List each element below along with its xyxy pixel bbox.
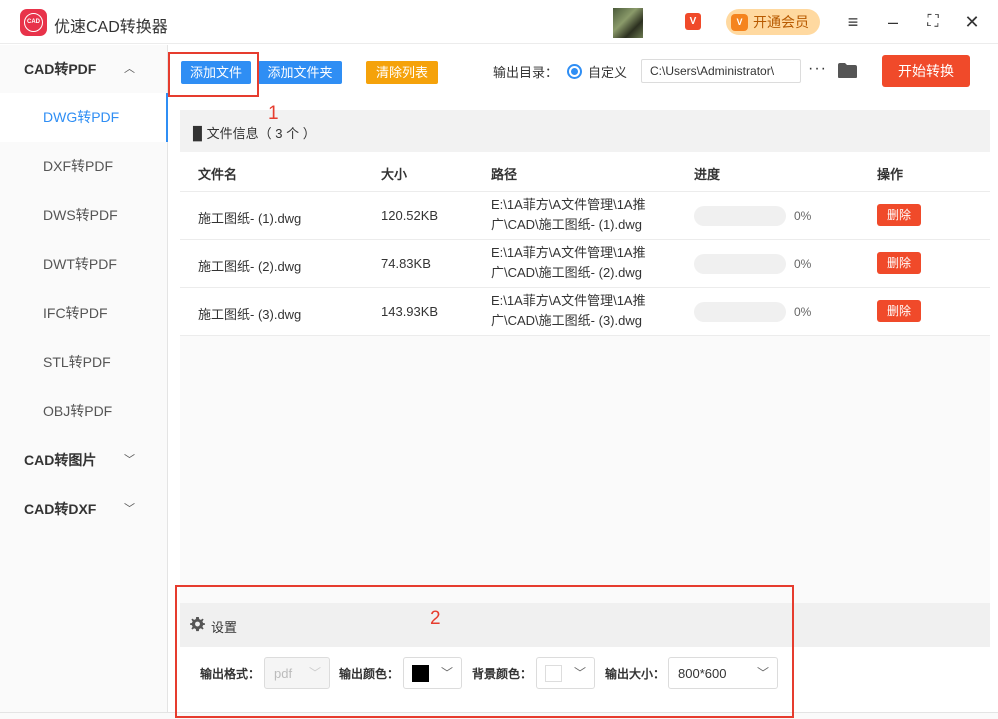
app-logo: CAD	[20, 9, 47, 36]
file-path-line: 广\CAD\施工图纸- (2).dwg	[491, 265, 642, 280]
start-convert-button[interactable]: 开始转换	[882, 55, 970, 87]
file-name: 施工图纸- (2).dwg	[198, 259, 302, 274]
sidebar-item-obj-pdf[interactable]: OBJ转PDF	[0, 387, 168, 436]
progress-bar	[694, 206, 786, 226]
chevron-up-icon: ︿	[124, 63, 135, 75]
progress-percent: 0%	[794, 305, 812, 319]
avatar[interactable]	[613, 8, 643, 38]
progress-bar	[694, 302, 786, 322]
annotation-1: 1	[268, 103, 279, 124]
group-label: CAD转DXF	[24, 501, 97, 517]
delete-button[interactable]: 删除	[877, 252, 921, 274]
sidebar-item-dxf-pdf[interactable]: DXF转PDF	[0, 142, 168, 191]
vip-icon[interactable]: V	[685, 13, 701, 30]
annotation-box-2	[175, 585, 794, 718]
header-action: 操作	[877, 167, 904, 182]
close-icon[interactable]: ✕	[961, 11, 983, 33]
file-path: E:\1A菲方\A文件管理\1A推 广\CAD\施工图纸- (1).dwg	[491, 195, 646, 235]
file-path: E:\1A菲方\A文件管理\1A推 广\CAD\施工图纸- (2).dwg	[491, 243, 646, 283]
folder-icon[interactable]	[837, 62, 858, 79]
header-filename: 文件名	[198, 167, 238, 182]
progress-percent: 0%	[794, 257, 812, 271]
progress-percent: 0%	[794, 209, 812, 223]
menu-icon[interactable]: ≡	[842, 11, 864, 33]
sidebar-item-dwt-pdf[interactable]: DWT转PDF	[0, 240, 168, 289]
sidebar-item-stl-pdf[interactable]: STL转PDF	[0, 338, 168, 387]
more-icon[interactable]: ···	[808, 60, 827, 78]
file-icon: ▉	[193, 126, 203, 141]
sidebar-group-cad-pdf[interactable]: CAD转PDF ︿	[0, 45, 168, 93]
file-info-label: 文件信息（ 3 个 ）	[206, 126, 316, 141]
file-size: 143.93KB	[381, 304, 439, 319]
add-folder-button[interactable]: 添加文件夹	[258, 61, 342, 84]
delete-button[interactable]: 删除	[877, 300, 921, 322]
app-title: 优速CAD转换器	[54, 19, 168, 36]
sidebar-group-cad-image[interactable]: CAD转图片 ﹀	[0, 436, 168, 484]
file-path-line: E:\1A菲方\A文件管理\1A推	[491, 245, 646, 260]
minimize-icon[interactable]: –	[882, 11, 904, 33]
vip-badge-icon: V	[731, 13, 748, 31]
logo-text: CAD	[24, 13, 43, 32]
sidebar-item-ifc-pdf[interactable]: IFC转PDF	[0, 289, 168, 338]
chevron-down-icon: ﹀	[124, 503, 135, 515]
progress-bar	[694, 254, 786, 274]
file-path-line: E:\1A菲方\A文件管理\1A推	[491, 197, 646, 212]
file-path-line: 广\CAD\施工图纸- (1).dwg	[491, 217, 642, 232]
sidebar-item-dwg-pdf[interactable]: DWG转PDF	[0, 93, 168, 142]
vip-label: 开通会员	[753, 14, 809, 30]
sidebar-group-cad-dxf[interactable]: CAD转DXF ﹀	[0, 485, 168, 533]
annotation-2: 2	[430, 608, 441, 629]
open-vip-button[interactable]: V 开通会员	[726, 9, 820, 35]
file-path: E:\1A菲方\A文件管理\1A推 广\CAD\施工图纸- (3).dwg	[491, 291, 646, 331]
file-info: ▉ 文件信息（ 3 个 ）	[193, 123, 316, 142]
group-label: CAD转图片	[24, 452, 97, 468]
chevron-down-icon: ﹀	[124, 454, 135, 466]
group-label: CAD转PDF	[24, 61, 97, 77]
header-progress: 进度	[694, 167, 721, 182]
file-size: 74.83KB	[381, 256, 431, 271]
output-dir-label: 输出目录：	[493, 65, 559, 80]
maximize-icon[interactable]: ⛶	[922, 11, 944, 33]
header-size: 大小	[381, 167, 408, 182]
header-path: 路径	[491, 167, 518, 182]
clear-list-button[interactable]: 清除列表	[366, 61, 438, 84]
file-size: 120.52KB	[381, 208, 439, 223]
file-path-line: 广\CAD\施工图纸- (3).dwg	[491, 313, 642, 328]
sidebar: CAD转PDF ︿ DWG转PDF DXF转PDF DWS转PDF DWT转PD…	[0, 45, 168, 719]
custom-radio[interactable]	[567, 64, 582, 79]
title-bar: CAD 优速CAD转换器 V V 开通会员 ≡ – ⛶ ✕	[0, 0, 998, 44]
sidebar-item-dws-pdf[interactable]: DWS转PDF	[0, 191, 168, 240]
file-name: 施工图纸- (1).dwg	[198, 211, 302, 226]
custom-radio-label[interactable]: 自定义	[588, 62, 627, 81]
file-path-line: E:\1A菲方\A文件管理\1A推	[491, 293, 646, 308]
file-name: 施工图纸- (3).dwg	[198, 307, 302, 322]
table-header	[180, 152, 990, 192]
output-path-input[interactable]	[641, 59, 801, 83]
annotation-box-1	[168, 52, 259, 97]
delete-button[interactable]: 删除	[877, 204, 921, 226]
